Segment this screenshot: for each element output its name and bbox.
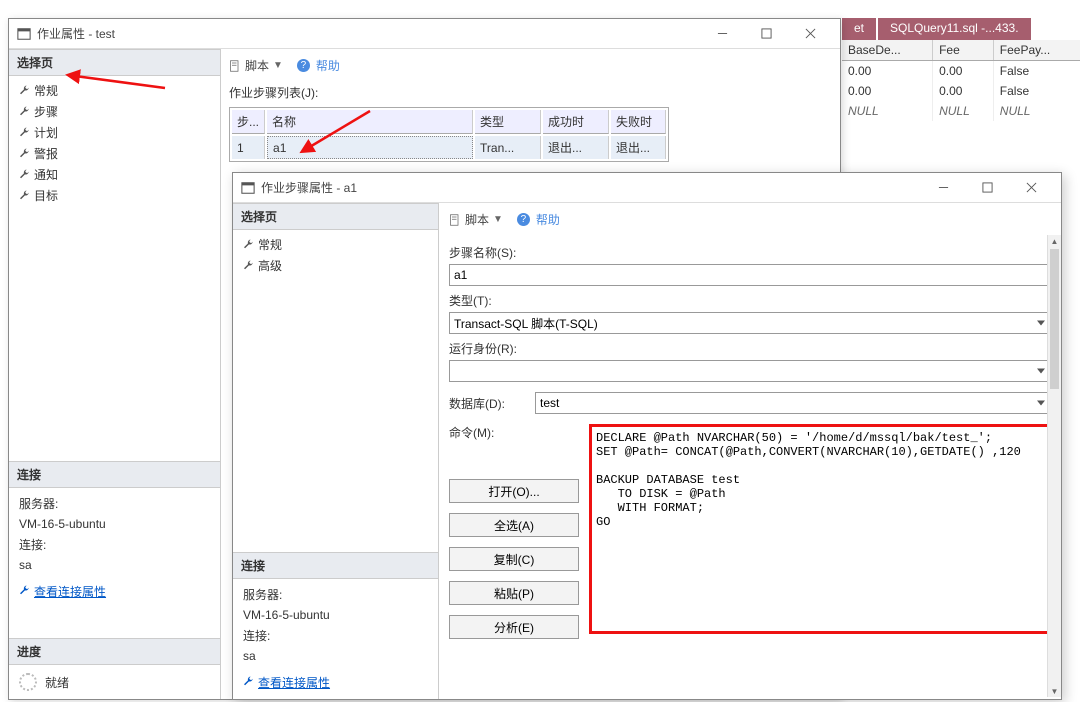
- step-name-label: 步骤名称(S):: [449, 244, 1051, 261]
- database-select[interactable]: [535, 392, 1051, 414]
- wrench-icon: [19, 190, 30, 201]
- wrench-icon: [19, 148, 30, 159]
- close-button[interactable]: [1009, 173, 1053, 202]
- close-button[interactable]: [788, 19, 832, 48]
- help-icon: ?: [297, 59, 310, 72]
- sidebar-item-targets[interactable]: 目标: [15, 185, 214, 206]
- wrench-icon: [243, 673, 254, 693]
- window-icon: [17, 27, 31, 41]
- wrench-icon: [19, 85, 30, 96]
- toolbar-help[interactable]: 帮助: [316, 57, 340, 74]
- sidebar-item-alerts[interactable]: 警报: [15, 143, 214, 164]
- connection-value: sa: [243, 646, 428, 666]
- server-value: VM-16-5-ubuntu: [243, 605, 428, 625]
- maximize-button[interactable]: [965, 173, 1009, 202]
- step-properties-window: 作业步骤属性 - a1 选择页 常规 高级 连接 服务器: VM-16-5-ub…: [232, 172, 1062, 700]
- connection-value: sa: [19, 555, 210, 575]
- wrench-icon: [243, 239, 254, 250]
- background-results-table: BaseDe... Fee FeePay... 0.000.00False 0.…: [842, 40, 1080, 121]
- database-label: 数据库(D):: [449, 395, 505, 412]
- connection-header: 连接: [233, 552, 438, 579]
- step-name-input[interactable]: [449, 264, 1051, 286]
- server-value: VM-16-5-ubuntu: [19, 514, 210, 534]
- scrollbar[interactable]: ▲ ▼: [1047, 235, 1061, 697]
- sidebar-item-general[interactable]: 常规: [15, 80, 214, 101]
- win2-titlebar[interactable]: 作业步骤属性 - a1: [233, 173, 1061, 203]
- chevron-down-icon[interactable]: ▼: [273, 60, 283, 71]
- window-icon: [241, 181, 255, 195]
- win1-sidebar: 选择页 常规 步骤 计划 警报 通知 目标 连接 服务器: VM-16-5-ub…: [9, 49, 221, 699]
- maximize-button[interactable]: [744, 19, 788, 48]
- win2-sidebar: 选择页 常规 高级 连接 服务器: VM-16-5-ubuntu 连接: sa …: [233, 203, 439, 699]
- scroll-down-icon[interactable]: ▼: [1048, 685, 1061, 697]
- sidebar-item-steps[interactable]: 步骤: [15, 101, 214, 122]
- type-label: 类型(T):: [449, 292, 1051, 309]
- select-all-button[interactable]: 全选(A): [449, 513, 579, 537]
- spinner-icon: [19, 673, 37, 691]
- progress-header: 进度: [9, 638, 220, 665]
- script-icon: [229, 60, 241, 72]
- server-label: 服务器:: [243, 585, 428, 605]
- script-icon: [449, 214, 461, 226]
- select-page-header: 选择页: [9, 49, 220, 76]
- select-page-header: 选择页: [233, 203, 438, 230]
- sidebar-item-general[interactable]: 常规: [239, 234, 432, 255]
- view-connection-properties-link[interactable]: 查看连接属性: [19, 582, 106, 602]
- tab-sqlquery[interactable]: SQLQuery11.sql -...433.: [878, 18, 1031, 40]
- copy-button[interactable]: 复制(C): [449, 547, 579, 571]
- runas-select[interactable]: [449, 360, 1051, 382]
- wrench-icon: [19, 127, 30, 138]
- view-connection-properties-link[interactable]: 查看连接属性: [243, 673, 330, 693]
- sidebar-item-schedules[interactable]: 计划: [15, 122, 214, 143]
- help-icon: ?: [517, 213, 530, 226]
- step-list-table[interactable]: 步... 名称 类型 成功时 失败时 1 a1 Tran... 退出... 退出…: [229, 107, 669, 162]
- command-textarea[interactable]: [589, 424, 1051, 634]
- minimize-button[interactable]: [700, 19, 744, 48]
- minimize-button[interactable]: [921, 173, 965, 202]
- connection-header: 连接: [9, 461, 220, 488]
- toolbar-script[interactable]: 脚本: [465, 211, 489, 228]
- ready-status: 就绪: [45, 674, 69, 691]
- col-basede: BaseDe...: [842, 40, 933, 61]
- tab-et[interactable]: et: [842, 18, 876, 40]
- wrench-icon: [243, 260, 254, 271]
- col-feepay: FeePay...: [993, 40, 1080, 61]
- scroll-up-icon[interactable]: ▲: [1048, 235, 1061, 247]
- step-list-label: 作业步骤列表(J):: [229, 78, 832, 107]
- wrench-icon: [19, 169, 30, 180]
- win1-titlebar[interactable]: 作业属性 - test: [9, 19, 840, 49]
- server-label: 服务器:: [19, 494, 210, 514]
- wrench-icon: [19, 106, 30, 117]
- chevron-down-icon[interactable]: ▼: [493, 214, 503, 225]
- open-button[interactable]: 打开(O)...: [449, 479, 579, 503]
- connection-label: 连接:: [243, 626, 428, 646]
- sidebar-item-notifications[interactable]: 通知: [15, 164, 214, 185]
- win1-title: 作业属性 - test: [37, 25, 700, 42]
- scrollbar-thumb[interactable]: [1050, 249, 1059, 389]
- parse-button[interactable]: 分析(E): [449, 615, 579, 639]
- command-label: 命令(M):: [449, 424, 579, 441]
- toolbar-script[interactable]: 脚本: [245, 57, 269, 74]
- wrench-icon: [19, 582, 30, 602]
- runas-label: 运行身份(R):: [449, 340, 1051, 357]
- sidebar-item-advanced[interactable]: 高级: [239, 255, 432, 276]
- paste-button[interactable]: 粘贴(P): [449, 581, 579, 605]
- connection-label: 连接:: [19, 535, 210, 555]
- toolbar-help[interactable]: 帮助: [536, 211, 560, 228]
- type-select[interactable]: [449, 312, 1051, 334]
- win2-title: 作业步骤属性 - a1: [261, 179, 921, 196]
- table-row[interactable]: 1 a1 Tran... 退出... 退出...: [232, 136, 666, 159]
- col-fee: Fee: [933, 40, 994, 61]
